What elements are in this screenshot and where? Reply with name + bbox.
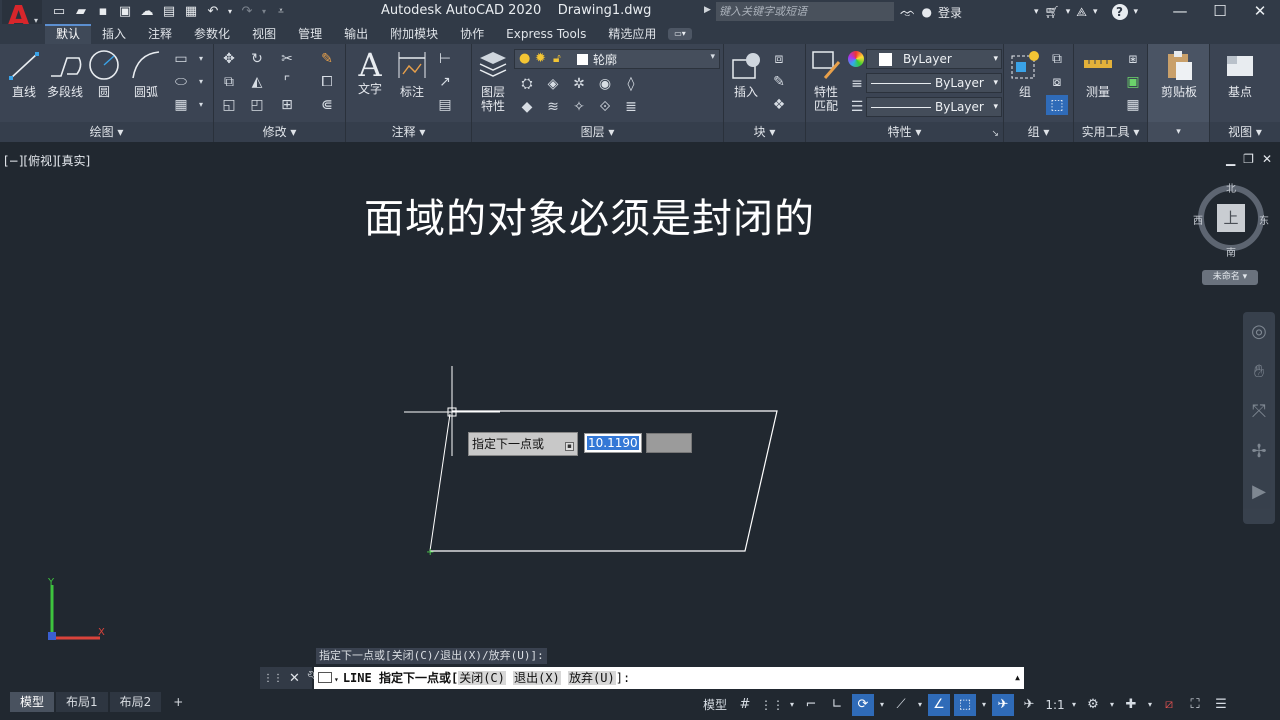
add-layout-button[interactable]: + — [163, 692, 193, 712]
command-text-suffix: ]: — [615, 671, 631, 685]
command-text-prefix: LINE 指定下一点或[ — [342, 671, 459, 685]
dynamic-prompt-text: 指定下一点或 — [472, 437, 545, 451]
osnap-dropdown-icon[interactable]: ▾ — [980, 694, 988, 716]
units-icon[interactable]: ▾ — [1146, 694, 1154, 716]
viewcube[interactable]: 北 南 西 东 上 — [1193, 180, 1269, 259]
customize-status-icon[interactable]: ☰ — [1210, 694, 1232, 716]
dynamic-length-value: 10.1190 — [587, 436, 639, 450]
layout-tab-layout1[interactable]: 布局1 — [56, 692, 108, 712]
annotation-scale-button[interactable]: 1:1 — [1044, 694, 1066, 716]
annotation-monitor-icon[interactable]: ✚ — [1120, 694, 1142, 716]
dynamic-length-input[interactable]: 10.1190 — [584, 433, 642, 453]
isolate-objects-icon[interactable]: ⧄ — [1158, 694, 1180, 716]
grid-icon[interactable]: # — [734, 694, 756, 716]
layout-tab-layout2[interactable]: 布局2 — [109, 692, 162, 712]
command-option-exit[interactable]: 退出(X) — [513, 671, 561, 685]
command-option-close[interactable]: 关闭(C) — [458, 671, 506, 685]
pan-hand-icon[interactable]: ✋︎ — [1243, 352, 1275, 392]
zoom-extents-icon[interactable]: ⤧ — [1243, 392, 1275, 432]
viewcube-top-face[interactable]: 上 — [1217, 204, 1245, 232]
wcs-menu[interactable]: 未命名 ▾ — [1202, 270, 1258, 285]
compass-west[interactable]: 西 — [1193, 212, 1203, 227]
command-line-close-icon[interactable]: ✕ — [289, 671, 300, 686]
isodraft-dropdown-icon[interactable]: ▾ — [916, 694, 924, 716]
dynamic-options-icon[interactable]: ▪ — [565, 442, 574, 451]
compass-east[interactable]: 东 — [1259, 212, 1269, 227]
navigation-bar: ◎ ✋︎ ⤧ ✢ ▶ — [1243, 312, 1275, 524]
status-toggles: 模型 # ⋮⋮ ▾ ⌐ ∟ ⟳ ▾ ⟋ ▾ ∠ ⬚ ▾ ✈︎ ✈︎ 1:1 ▾ … — [700, 692, 1236, 718]
workspace-dropdown-icon[interactable]: ▾ — [1108, 694, 1116, 716]
scale-dropdown-icon[interactable]: ▾ — [1070, 694, 1078, 716]
command-prompt-icon[interactable] — [318, 672, 332, 683]
command-line-grip-icon[interactable]: ⋮⋮ — [263, 673, 283, 684]
object-snap-icon[interactable]: ⬚ — [954, 694, 976, 716]
rubber-band-line — [429, 413, 451, 552]
command-option-undo[interactable]: 放弃(U) — [568, 671, 616, 685]
isodraft-icon[interactable]: ⟋ — [890, 694, 912, 716]
snap-icon[interactable]: ⋮⋮ — [760, 694, 784, 716]
svg-text:Y: Y — [47, 577, 55, 588]
layout-tabs: 模型 布局1 布局2 + — [10, 692, 193, 712]
polar-dropdown-icon[interactable]: ▾ — [878, 694, 886, 716]
workspace-gear-icon[interactable]: ⚙ — [1082, 694, 1104, 716]
steering-wheel-icon[interactable]: ◎ — [1243, 312, 1275, 352]
auto-scale-icon[interactable]: ✈︎ — [1018, 694, 1040, 716]
command-input[interactable]: ▾ LINE 指定下一点或[关闭(C) 退出(X) 放弃(U)]: ▲ — [314, 667, 1024, 689]
polar-tracking-icon[interactable]: ⟳ — [852, 694, 874, 716]
layout-tab-model[interactable]: 模型 — [10, 692, 55, 712]
compass-north[interactable]: 北 — [1226, 180, 1236, 195]
command-history: 指定下一点或[关闭(C)/退出(X)/放弃(U)]: — [316, 648, 547, 664]
command-line-toolbar: ⋮⋮ ✕ 🔧︎ — [260, 667, 322, 689]
command-line: ⋮⋮ ✕ 🔧︎ ▾LINE 指定下一点或[关闭(C) 退出(X) 放弃(U)]:… — [260, 667, 1024, 689]
dynamic-input-prompt: 指定下一点或 ▪ — [468, 432, 578, 456]
snap-dropdown-icon[interactable]: ▾ — [788, 694, 796, 716]
orbit-icon[interactable]: ✢ — [1243, 432, 1275, 472]
ucs-icon: Y X — [47, 577, 105, 640]
command-prompt-dropdown-icon[interactable]: ▾ — [334, 675, 339, 684]
model-space-button[interactable]: 模型 — [700, 694, 730, 716]
svg-text:X: X — [98, 627, 105, 638]
showmotion-icon[interactable]: ▶ — [1243, 472, 1275, 512]
drawing-canvas[interactable]: + Y X — [0, 0, 1280, 720]
ortho-icon[interactable]: ∟ — [826, 694, 848, 716]
object-snap-tracking-icon[interactable]: ∠ — [928, 694, 950, 716]
start-point-marker: + — [426, 547, 434, 558]
command-history-toggle-icon[interactable]: ▲ — [1015, 667, 1020, 689]
annotation-visibility-icon[interactable]: ✈︎ — [992, 694, 1014, 716]
compass-south[interactable]: 南 — [1226, 244, 1236, 259]
infer-constraints-icon[interactable]: ⌐ — [800, 694, 822, 716]
dynamic-angle-input[interactable] — [646, 433, 692, 453]
fullscreen-icon[interactable]: ⛶ — [1184, 694, 1206, 716]
